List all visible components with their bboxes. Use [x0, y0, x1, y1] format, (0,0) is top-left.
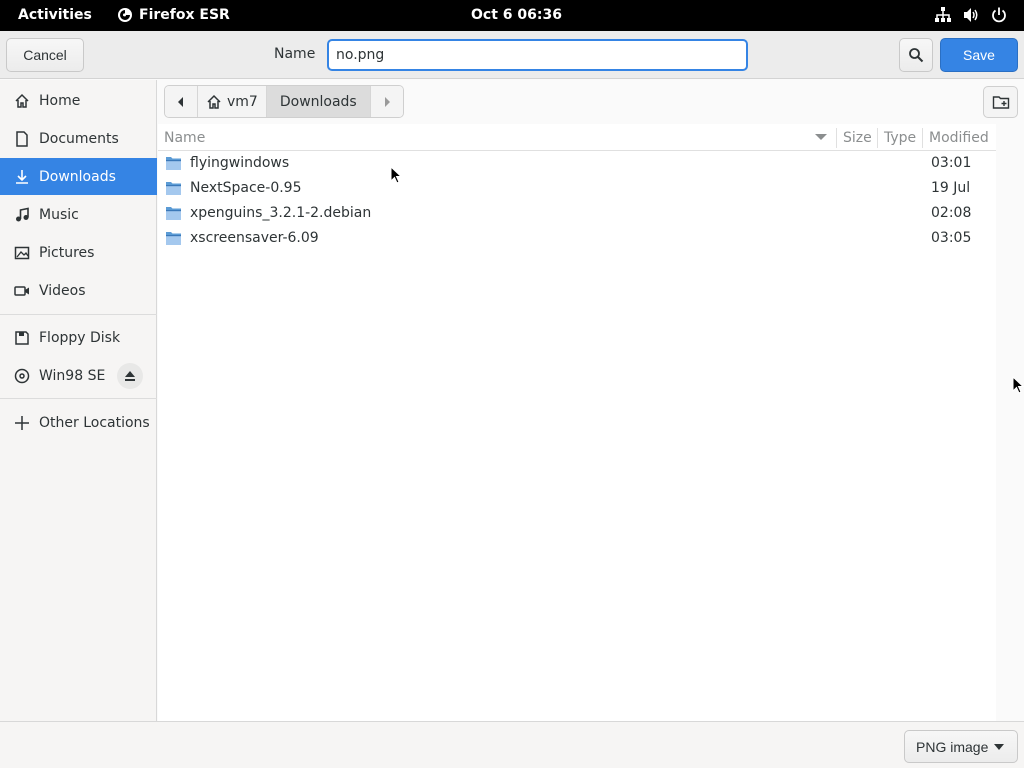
- new-folder-icon: [992, 96, 1009, 109]
- sidebar-item-label: Pictures: [39, 244, 95, 261]
- plus-icon: [15, 415, 29, 430]
- sidebar-item-label: Other Locations: [39, 414, 150, 431]
- top-bar: Activities Firefox ESR Oct 6 06:36: [0, 0, 1024, 31]
- mouse-pointer-icon: [390, 166, 402, 184]
- sidebar-separator: [0, 314, 157, 315]
- volume-icon: [964, 8, 978, 22]
- sort-descending-icon: [815, 134, 827, 140]
- column-separator[interactable]: [922, 128, 923, 148]
- firefox-icon: [118, 8, 132, 22]
- path-segment-label: Downloads: [279, 93, 357, 110]
- column-separator[interactable]: [836, 128, 837, 148]
- clock[interactable]: Oct 6 06:36: [471, 7, 562, 23]
- document-icon: [16, 130, 28, 147]
- scrollbar-area[interactable]: [996, 124, 1024, 721]
- sidebar-item-label: Videos: [39, 282, 86, 299]
- file-type-filter-label: PNG image: [916, 738, 989, 755]
- file-type-filter-dropdown[interactable]: PNG image: [904, 730, 1018, 763]
- chevron-down-icon: [994, 743, 1005, 750]
- path-forward-button[interactable]: [370, 86, 403, 117]
- disc-icon: [14, 368, 30, 383]
- app-menu[interactable]: Firefox ESR: [117, 7, 230, 23]
- path-segment-home[interactable]: vm7: [198, 86, 267, 117]
- mouse-pointer-icon: [1012, 376, 1024, 394]
- sidebar-item-other-locations[interactable]: Other Locations: [0, 404, 157, 441]
- file-list: Name Size Type Modified flyingwindows 03…: [158, 124, 996, 721]
- sidebar-item-label: Home: [39, 92, 81, 109]
- filename-input[interactable]: [327, 39, 748, 71]
- file-modified: 19 Jul: [931, 180, 971, 196]
- new-folder-button[interactable]: [983, 86, 1018, 118]
- home-icon: [207, 94, 221, 109]
- sidebar-item-win98-se[interactable]: Win98 SE: [0, 357, 157, 394]
- video-icon: [14, 285, 29, 296]
- sidebar-item-music[interactable]: Music: [0, 196, 157, 233]
- file-row[interactable]: NextSpace-0.95 19 Jul: [158, 176, 996, 201]
- save-button[interactable]: Save: [940, 38, 1018, 72]
- column-separator[interactable]: [877, 128, 878, 148]
- sidebar-item-label: Documents: [39, 130, 119, 147]
- file-row[interactable]: flyingwindows 03:01: [158, 151, 996, 176]
- folder-icon: [166, 157, 181, 170]
- sidebar-item-downloads[interactable]: Downloads: [0, 158, 157, 195]
- power-icon: [992, 7, 1006, 23]
- floppy-icon: [15, 330, 29, 345]
- name-label: Name: [274, 46, 316, 62]
- file-name: xpenguins_3.2.1-2.debian: [190, 205, 372, 221]
- chevron-right-icon: [384, 96, 390, 107]
- column-header-type[interactable]: Type: [884, 130, 916, 146]
- eject-icon: [125, 370, 135, 381]
- file-name: NextSpace-0.95: [190, 180, 302, 196]
- download-icon: [16, 169, 28, 184]
- file-row[interactable]: xscreensaver-6.09 03:05: [158, 226, 996, 251]
- column-header-size[interactable]: Size: [843, 130, 872, 146]
- folder-icon: [166, 232, 181, 245]
- eject-button[interactable]: [117, 362, 143, 389]
- column-header-name[interactable]: Name: [164, 130, 205, 146]
- path-back-button[interactable]: [165, 86, 198, 117]
- path-bar: vm7 Downloads: [164, 85, 404, 118]
- column-header-row: Name Size Type Modified: [158, 124, 996, 151]
- path-segment-downloads[interactable]: Downloads: [266, 86, 371, 117]
- sidebar-item-label: Win98 SE: [39, 367, 106, 384]
- sidebar-item-videos[interactable]: Videos: [0, 272, 157, 309]
- folder-icon: [166, 182, 181, 195]
- dialog-footer: PNG image: [0, 721, 1024, 768]
- music-icon: [16, 207, 29, 221]
- chevron-left-icon: [178, 96, 183, 107]
- activities-button[interactable]: Activities: [18, 7, 92, 23]
- file-name: flyingwindows: [190, 155, 290, 171]
- column-header-modified[interactable]: Modified: [929, 130, 989, 146]
- path-segment-label: vm7: [227, 93, 258, 110]
- app-name: Firefox ESR: [139, 7, 230, 23]
- file-name: xscreensaver-6.09: [190, 230, 319, 246]
- dialog-header: Cancel Name Save: [0, 31, 1024, 79]
- home-icon: [15, 93, 29, 108]
- sidebar-item-pictures[interactable]: Pictures: [0, 234, 157, 271]
- search-button[interactable]: [899, 38, 933, 72]
- places-sidebar: Home Documents Downloads Music Pictures …: [0, 80, 157, 721]
- picture-icon: [14, 246, 30, 259]
- sidebar-item-floppy-disk[interactable]: Floppy Disk: [0, 319, 157, 356]
- sidebar-separator: [0, 398, 157, 399]
- file-row[interactable]: xpenguins_3.2.1-2.debian 02:08: [158, 201, 996, 226]
- sidebar-item-home[interactable]: Home: [0, 82, 157, 119]
- system-tray[interactable]: [934, 6, 1008, 24]
- search-icon: [909, 48, 924, 63]
- sidebar-item-label: Floppy Disk: [39, 329, 121, 346]
- file-modified: 03:01: [931, 155, 972, 171]
- sidebar-item-documents[interactable]: Documents: [0, 120, 157, 157]
- cancel-button[interactable]: Cancel: [6, 38, 84, 72]
- file-modified: 03:05: [931, 230, 972, 246]
- folder-icon: [166, 207, 181, 220]
- network-icon: [935, 7, 951, 22]
- sidebar-item-label: Downloads: [39, 168, 116, 185]
- file-modified: 02:08: [931, 205, 972, 221]
- sidebar-item-label: Music: [39, 206, 79, 223]
